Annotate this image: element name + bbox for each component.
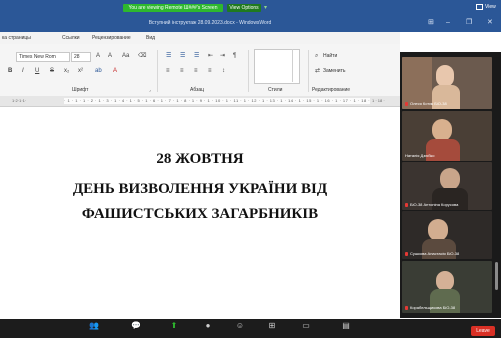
pilcrow-icon[interactable]: ¶: [233, 52, 236, 60]
maximize-button[interactable]: ❐: [466, 18, 472, 28]
mic-muted-icon: [405, 101, 408, 106]
clear-format-icon[interactable]: ⌫: [138, 52, 146, 60]
justify-icon[interactable]: ≡: [208, 67, 212, 75]
participant-face: [440, 168, 460, 190]
highlight-button[interactable]: ab: [95, 67, 102, 75]
editing-group-label: Редактирование: [312, 87, 351, 93]
styles-group-label: Стили: [268, 87, 283, 93]
whiteboard-icon[interactable]: ▭: [298, 321, 314, 331]
apps-icon[interactable]: ⊞: [264, 321, 280, 331]
ruler-right-margin: 1 · 18 ·: [372, 98, 385, 103]
document-heading-line: ДЕНЬ ВИЗВОЛЕННЯ УКРАЇНИ ВІД: [72, 181, 328, 197]
font-group-label: Шрифт: [72, 87, 89, 93]
change-case-icon[interactable]: Aa: [122, 52, 129, 60]
participant-face: [436, 271, 454, 291]
view-button[interactable]: View: [476, 3, 496, 11]
shrink-font-icon[interactable]: A: [108, 52, 112, 60]
participant-face: [436, 65, 454, 87]
chevron-down-icon[interactable]: ▾: [264, 4, 267, 12]
participant-name: БіО-38 Антоніна Корусова: [405, 202, 490, 208]
numbering-icon[interactable]: ☰: [180, 52, 185, 60]
replace-icon[interactable]: ⇄: [315, 67, 320, 75]
participant-tile[interactable]: Наталія Дзюбко: [402, 111, 492, 161]
close-button[interactable]: ✕: [487, 18, 493, 28]
underline-button[interactable]: U: [35, 67, 39, 75]
ribbon-tabs: [0, 32, 400, 44]
view-options-button[interactable]: View Options: [227, 4, 261, 12]
minimize-button[interactable]: –: [446, 18, 450, 28]
participant-name: Олеся Котик БіО-38: [405, 101, 490, 107]
grow-font-icon[interactable]: A: [96, 52, 100, 60]
font-size-select[interactable]: 28: [71, 52, 91, 62]
notes-icon[interactable]: ▤: [338, 321, 354, 331]
tab-page-layout[interactable]: ка страницы: [2, 34, 31, 42]
participant-face: [432, 119, 452, 141]
dialog-launcher-icon[interactable]: ⌟: [149, 86, 151, 94]
align-center-icon[interactable]: ≡: [180, 67, 184, 75]
tab-review[interactable]: Рецензирование: [92, 34, 131, 42]
screen-share-banner: You are viewing Remote Ш###'s Screen: [123, 4, 223, 12]
mic-muted-icon: [405, 305, 408, 310]
view-button-label: View: [485, 4, 496, 10]
ribbon-display-button[interactable]: ⊞: [428, 18, 434, 28]
participant-name: Наталія Дзюбко: [405, 153, 435, 158]
mic-muted-icon: [405, 251, 408, 256]
font-size-value: 28: [74, 54, 80, 60]
participant-tile[interactable]: Олеся Котик БіО-38: [402, 57, 492, 109]
ruler-scale: · 1 · 1 · 1 · 2 · 1 · 3 · 1 · 4 · 1 · 5 …: [64, 98, 370, 103]
share-screen-icon[interactable]: ⬆: [166, 321, 182, 331]
participant-face: [428, 219, 448, 241]
align-right-icon[interactable]: ≡: [194, 67, 198, 75]
reactions-icon[interactable]: ☺: [232, 321, 248, 331]
participant-tile[interactable]: Сушкова Анастасія БіО-38: [402, 211, 492, 259]
group-divider: [157, 50, 158, 92]
font-name-select[interactable]: Times New Rom: [16, 52, 70, 62]
superscript-button[interactable]: x²: [78, 67, 83, 75]
styles-gallery-scroll[interactable]: [292, 49, 299, 82]
group-divider: [308, 50, 309, 92]
mic-muted-icon: [405, 202, 408, 207]
multilevel-list-icon[interactable]: ☰: [194, 52, 199, 60]
bold-button[interactable]: B: [8, 67, 12, 75]
participant-name: Корабельщикова БіО-38: [405, 305, 490, 311]
find-icon[interactable]: ⌕: [315, 52, 318, 60]
italic-button[interactable]: I: [22, 67, 24, 75]
strikethrough-button[interactable]: S: [50, 67, 54, 75]
leave-button[interactable]: Leave: [471, 326, 495, 336]
participant-tile[interactable]: Корабельщикова БіО-38: [402, 261, 492, 313]
participant-tile[interactable]: БіО-38 Антоніна Корусова: [402, 162, 492, 210]
group-divider: [248, 50, 249, 92]
replace-button[interactable]: Заменить: [323, 67, 345, 75]
increase-indent-icon[interactable]: ⇥: [220, 52, 225, 60]
tab-references[interactable]: Ссылки: [62, 34, 80, 42]
zoom-toolbar: [0, 319, 501, 338]
ruler-left-margin: 1·2·1·1·: [12, 98, 27, 103]
font-color-button[interactable]: A: [113, 67, 117, 75]
align-left-icon[interactable]: ≡: [166, 67, 170, 75]
record-icon[interactable]: ●: [200, 321, 216, 331]
participant-name: Сушкова Анастасія БіО-38: [405, 251, 490, 257]
tab-view[interactable]: Вид: [146, 34, 155, 42]
panel-scrollbar[interactable]: [495, 262, 498, 290]
subscript-button[interactable]: x₂: [64, 67, 69, 75]
paragraph-group-label: Абзац: [190, 87, 205, 93]
grid-icon: [476, 3, 483, 10]
find-button[interactable]: Найти: [323, 52, 337, 60]
window-title: Вступний інструктаж 28.09.2023.docx - Wi…: [148, 20, 272, 26]
chat-icon[interactable]: 💬: [128, 321, 144, 331]
participants-icon[interactable]: 👥: [86, 321, 102, 331]
font-name-value: Times New Rom: [19, 54, 56, 60]
line-spacing-icon[interactable]: ↕: [222, 67, 225, 75]
document-heading-date: 28 ЖОВТНЯ: [156, 151, 244, 167]
bullets-icon[interactable]: ☰: [166, 52, 171, 60]
decrease-indent-icon[interactable]: ⇤: [208, 52, 213, 60]
document-heading-line: ФАШИСТСЬКИХ ЗАГАРБНИКІВ: [81, 206, 319, 222]
